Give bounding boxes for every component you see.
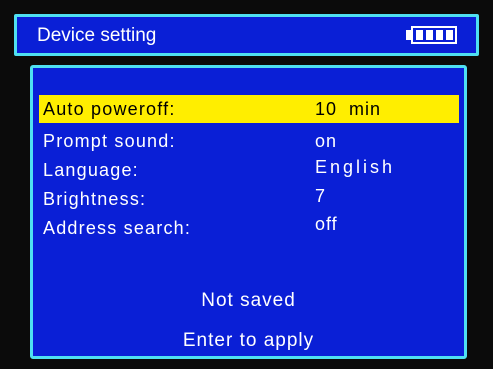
battery-body: [411, 26, 457, 44]
battery-cell: [436, 30, 443, 40]
setting-value: 10 min: [315, 99, 382, 119]
setting-label: Language:: [43, 160, 139, 180]
setting-value: English: [315, 157, 396, 177]
setting-label: Prompt sound:: [43, 131, 176, 151]
setting-row-address-search[interactable]: Address search: off: [39, 214, 459, 242]
battery-cell: [426, 30, 433, 40]
device-screen: Device setting Auto poweroff: 10 min Pro…: [0, 0, 493, 369]
battery-icon: [406, 26, 458, 44]
setting-row-auto-poweroff[interactable]: Auto poweroff: 10 min: [39, 95, 459, 123]
setting-row-prompt-sound[interactable]: Prompt sound: on: [39, 127, 459, 155]
battery-cell: [416, 30, 423, 40]
setting-row-language[interactable]: Language: English: [39, 156, 459, 184]
setting-value: 7: [315, 186, 327, 206]
setting-label: Brightness:: [43, 189, 147, 209]
setting-row-brightness[interactable]: Brightness: 7: [39, 185, 459, 213]
apply-hint: Enter to apply: [182, 330, 315, 351]
battery-cell: [446, 30, 453, 40]
settings-panel: Auto poweroff: 10 min Prompt sound: on L…: [30, 65, 467, 359]
setting-label: Auto poweroff:: [43, 99, 176, 119]
setting-value: off: [315, 214, 338, 234]
setting-value: on: [315, 131, 338, 151]
title-bar: Device setting: [14, 14, 479, 56]
save-status: Not saved: [201, 290, 296, 311]
setting-label: Address search:: [43, 218, 192, 238]
page-title: Device setting: [37, 25, 157, 46]
